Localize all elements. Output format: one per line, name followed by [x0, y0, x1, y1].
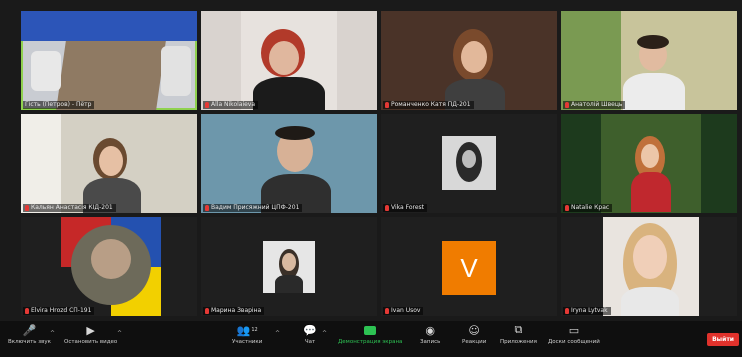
profile-photo [442, 136, 496, 190]
mic-muted-icon [25, 205, 29, 211]
chevron-up-icon[interactable]: ^ [322, 330, 327, 337]
participant-tile[interactable]: V Ivan Usov [381, 217, 557, 316]
avatar-initial: V [442, 241, 496, 295]
participant-name: Анатолій Швець [563, 101, 626, 109]
participant-tile[interactable]: Марина Зваріна [201, 217, 377, 316]
chat-button[interactable]: 💬 Чат [302, 323, 318, 346]
participant-tile[interactable]: Natalie Крас [561, 114, 737, 213]
participant-name: Elvira Hrozd СП-191 [23, 307, 95, 315]
participant-tile[interactable]: Iryna Lytvak [561, 217, 737, 316]
person-face [91, 239, 131, 279]
participant-name: Alla Nikolaieva [203, 101, 259, 109]
whiteboard-button[interactable]: ▭ Доски сообщений [548, 323, 600, 346]
profile-photo [263, 241, 315, 293]
person-hair [637, 35, 669, 49]
video-grid: Гість (Петров) - Пётр Alla Nikolaieva Ро… [21, 11, 737, 317]
participant-tile[interactable]: Романченко Катя ПД-201 [381, 11, 557, 110]
attendee-group [31, 51, 61, 91]
person-body [275, 275, 303, 293]
person-body [631, 172, 671, 212]
mic-muted-icon: 🎤 [22, 323, 37, 337]
participants-button[interactable]: 👥 12 Участники [232, 323, 262, 346]
person-face [282, 253, 296, 271]
participant-name: Марина Зваріна [203, 307, 265, 315]
mic-muted-icon [205, 102, 209, 108]
person-hair [275, 126, 315, 140]
participant-tile[interactable]: Вадим Присяжний ЦПФ-201 [201, 114, 377, 213]
apps-button[interactable]: ⧉ Приложения [500, 323, 537, 345]
participant-name: Iryna Lytvak [563, 307, 611, 315]
participant-name: Романченко Катя ПД-201 [383, 101, 474, 109]
mic-muted-icon [565, 308, 569, 314]
participant-name: Ivan Usov [383, 307, 424, 315]
participant-tile[interactable]: Гість (Петров) - Пётр [21, 11, 197, 110]
participant-tile[interactable]: Elvira Hrozd СП-191 [21, 217, 197, 316]
chevron-up-icon[interactable]: ^ [275, 330, 280, 337]
mic-muted-icon [565, 102, 569, 108]
chat-icon: 💬 [303, 323, 317, 337]
share-screen-button[interactable]: Демонстрация экрана [338, 323, 402, 345]
share-screen-icon [362, 323, 378, 337]
person-face [461, 41, 487, 73]
video-camera-icon: ▶ [86, 323, 95, 337]
attendee-group [161, 46, 191, 96]
person-face [99, 146, 123, 176]
person-face [462, 150, 476, 168]
person-body [621, 287, 679, 316]
mic-muted-icon [205, 205, 209, 211]
whiteboard-icon: ▭ [568, 323, 580, 337]
reactions-button[interactable]: ☺ Реакции [462, 323, 486, 346]
person-body [253, 77, 325, 110]
participant-name: Vika Forest [383, 204, 428, 212]
conference-wall [21, 11, 197, 41]
participant-tile[interactable]: Alla Nikolaieva [201, 11, 377, 110]
mic-muted-icon [385, 102, 389, 108]
background-plant [561, 11, 621, 110]
participant-name: Вадим Присяжний ЦПФ-201 [203, 204, 303, 212]
record-button[interactable]: ◉ Запись [420, 323, 440, 346]
apps-icon: ⧉ [514, 323, 523, 336]
mic-muted-icon [385, 205, 389, 211]
participant-tile[interactable]: Кальян Анастасія КІД-201 [21, 114, 197, 213]
person-body [623, 73, 685, 110]
mic-muted-icon [385, 308, 389, 314]
participants-icon: 👥 12 [236, 323, 258, 337]
participant-name: Кальян Анастасія КІД-201 [23, 204, 116, 212]
person-face [269, 41, 299, 75]
participant-tile[interactable]: Анатолій Швець [561, 11, 737, 110]
mic-muted-icon [565, 205, 569, 211]
unmute-button[interactable]: 🎤 Включить звук [8, 323, 51, 346]
conference-table [56, 41, 166, 110]
chevron-up-icon[interactable]: ^ [117, 330, 122, 337]
person-face [641, 144, 659, 168]
chevron-up-icon[interactable]: ^ [50, 330, 55, 337]
meeting-toolbar: 🎤 Включить звук ^ ▶ Остановить видео ^ 👥… [0, 321, 742, 357]
participant-tile[interactable]: Vika Forest [381, 114, 557, 213]
record-icon: ◉ [425, 323, 435, 337]
mic-muted-icon [205, 308, 209, 314]
mic-muted-icon [25, 308, 29, 314]
background-window [21, 114, 61, 213]
participant-name: Гість (Петров) - Пётр [23, 101, 95, 109]
person-face [633, 235, 667, 279]
leave-meeting-button[interactable]: Выйти [707, 333, 739, 346]
stop-video-button[interactable]: ▶ Остановить видео [64, 323, 117, 346]
reactions-icon: ☺ [468, 323, 480, 337]
participant-name: Natalie Крас [563, 204, 613, 212]
